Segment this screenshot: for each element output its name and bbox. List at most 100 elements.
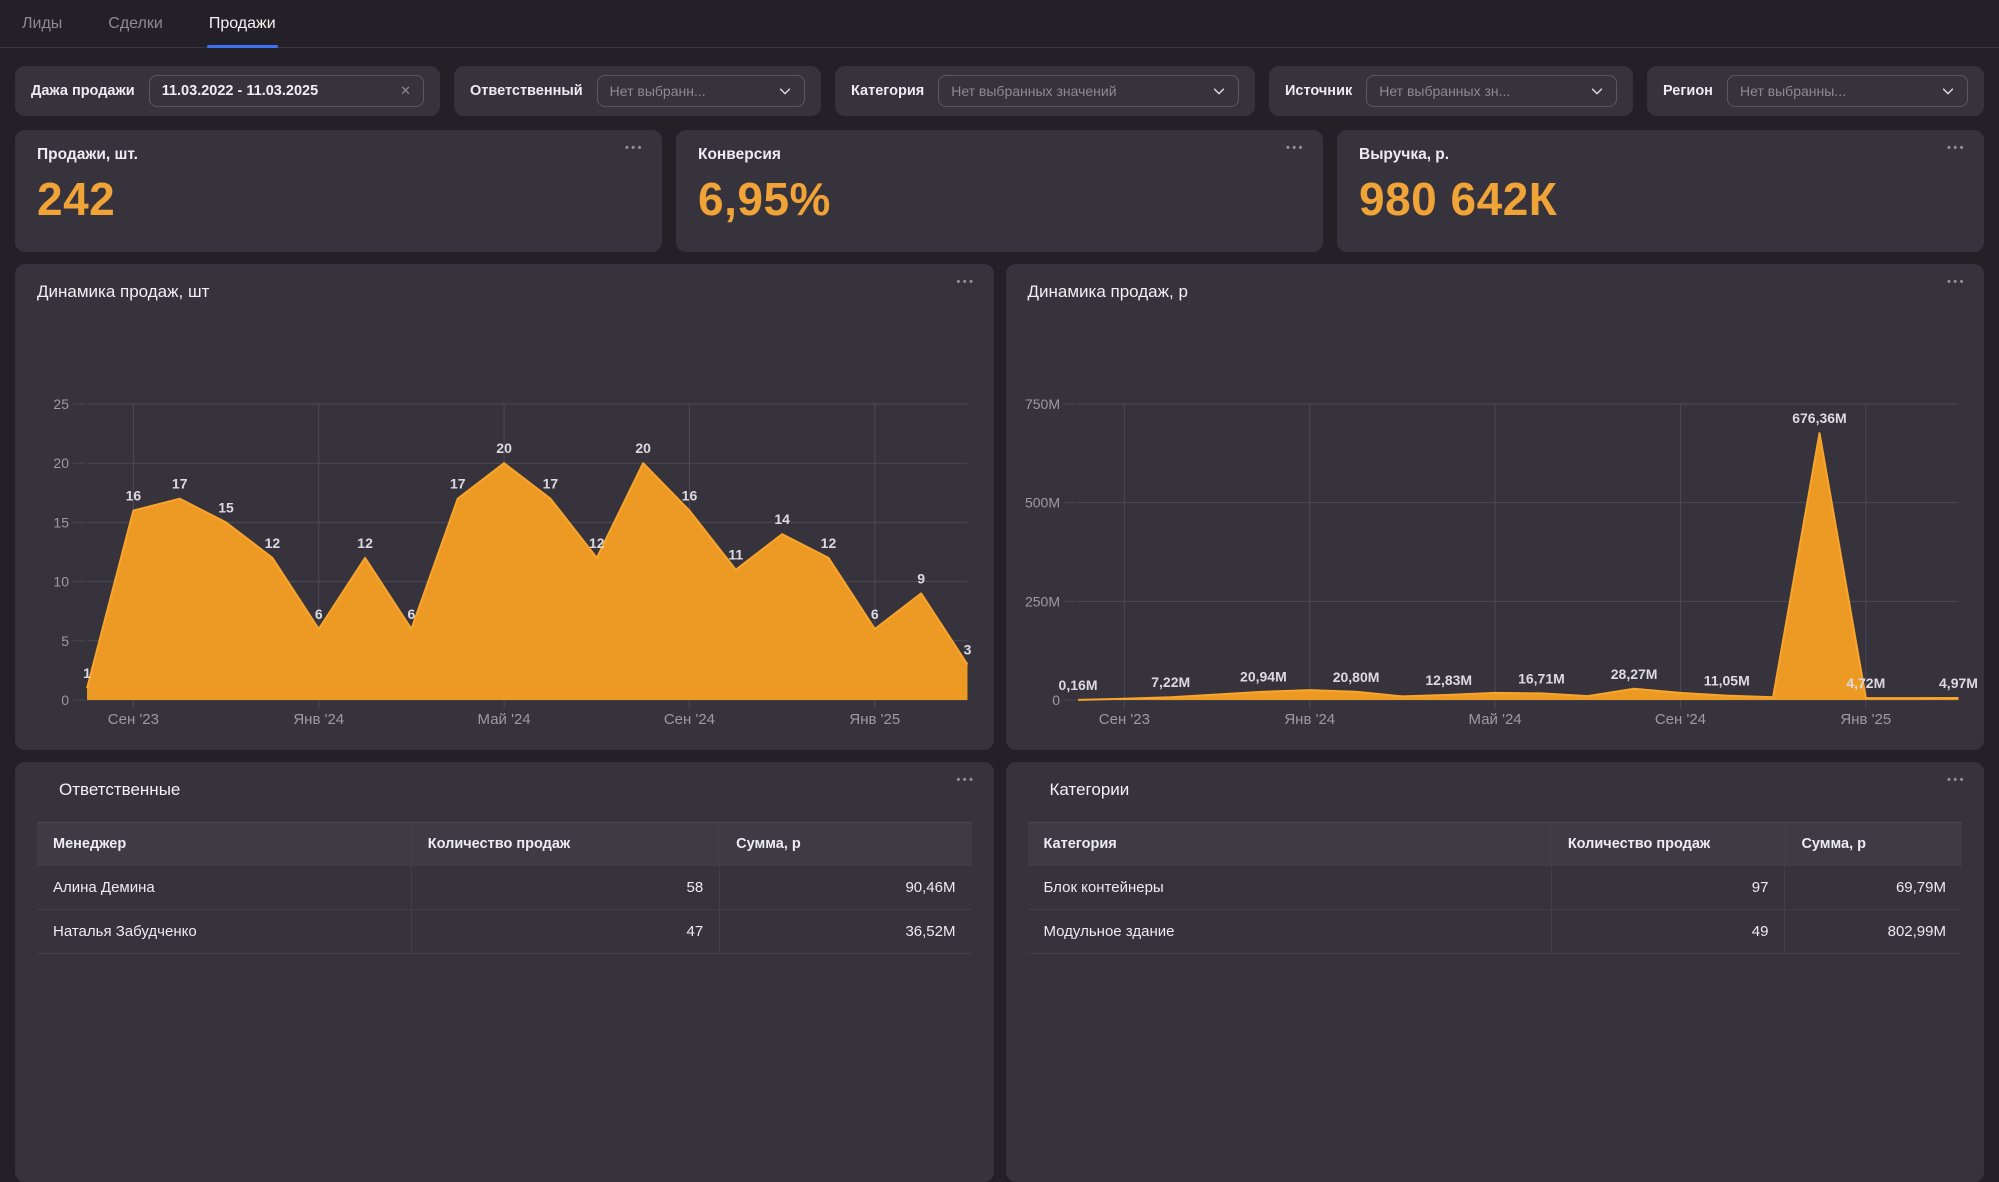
area-chart-sales-rub: 750М500М250М0Сен '23Янв '24Май '24Сен '2…: [1006, 308, 1985, 736]
point-label: 20,94М: [1240, 669, 1287, 685]
source-select[interactable]: Нет выбранных зн...: [1366, 75, 1617, 107]
table-cell: Блок контейнеры: [1028, 866, 1551, 909]
point-label: 16: [126, 488, 142, 504]
chevron-down-icon: [1590, 84, 1604, 98]
table-cell: 97: [1551, 866, 1785, 909]
filter-category: Категория Нет выбранных значений: [835, 66, 1255, 116]
area-chart-sales-qty: 2520151050Сен '23Янв '24Май '24Сен '24Ян…: [15, 308, 994, 736]
table-header-row: Категория Количество продаж Сумма, р: [1028, 822, 1963, 866]
point-label: 6: [871, 606, 879, 622]
kpi-label: Конверсия: [698, 146, 1301, 164]
table-cell: 802,99М: [1784, 910, 1962, 953]
y-tick-label: 10: [53, 574, 69, 590]
column-header: Количество продаж: [411, 823, 719, 865]
kpi-label: Выручка, р.: [1359, 146, 1962, 164]
x-tick-label: Янв '24: [293, 711, 344, 728]
y-tick-label: 750М: [1024, 396, 1059, 412]
more-menu-icon[interactable]: •••: [1947, 142, 1966, 154]
filter-region: Регион Нет выбранны...: [1647, 66, 1984, 116]
x-tick-label: Янв '25: [849, 711, 900, 728]
tab-deals[interactable]: Сделки: [108, 0, 163, 47]
point-label: 4,97М: [1939, 675, 1978, 691]
column-header: Сумма, р: [1784, 823, 1962, 865]
point-label: 12: [357, 535, 373, 551]
point-label: 16,71М: [1518, 670, 1565, 686]
clear-date-icon[interactable]: ✕: [400, 83, 411, 99]
column-header: Количество продаж: [1551, 823, 1785, 865]
point-label: 9: [917, 570, 925, 586]
categories-table: Категория Количество продаж Сумма, р Бло…: [1028, 822, 1963, 954]
table-title: Ответственные: [37, 762, 972, 806]
point-label: 12: [265, 535, 281, 551]
point-label: 6: [408, 606, 416, 622]
point-label: 14: [774, 511, 790, 527]
kpi-row: Продажи, шт. 242 ••• Конверсия 6,95% •••…: [15, 130, 1984, 252]
x-tick-label: Янв '24: [1284, 711, 1335, 728]
column-header: Менеджер: [37, 823, 411, 865]
y-tick-label: 0: [61, 692, 69, 708]
more-menu-icon[interactable]: •••: [1286, 142, 1305, 154]
filter-label: Категория: [851, 83, 924, 99]
y-tick-label: 5: [61, 633, 69, 649]
tab-sales[interactable]: Продажи: [209, 0, 276, 47]
kpi-card-revenue: Выручка, р. 980 642К •••: [1337, 130, 1984, 252]
x-tick-label: Сен '24: [664, 711, 715, 728]
point-label: 11: [728, 547, 743, 563]
responsible-select[interactable]: Нет выбранн...: [597, 75, 805, 107]
kpi-card-sales-count: Продажи, шт. 242 •••: [15, 130, 662, 252]
point-label: 20: [635, 440, 651, 456]
point-label: 3: [964, 641, 972, 657]
y-tick-label: 0: [1052, 692, 1060, 708]
table-card-managers: Ответственные ••• Менеджер Количество пр…: [15, 762, 994, 1182]
point-label: 4,72М: [1846, 675, 1885, 691]
more-menu-icon[interactable]: •••: [1947, 276, 1966, 288]
select-placeholder: Нет выбранн...: [610, 83, 706, 99]
x-tick-label: Май '24: [1468, 711, 1521, 728]
kpi-card-conversion: Конверсия 6,95% •••: [676, 130, 1323, 252]
region-select[interactable]: Нет выбранны...: [1727, 75, 1968, 107]
more-menu-icon[interactable]: •••: [1947, 774, 1966, 786]
point-label: 11,05М: [1703, 673, 1749, 689]
point-label: 0,16М: [1058, 677, 1097, 693]
point-label: 20: [496, 440, 512, 456]
date-range-input[interactable]: 11.03.2022 - 11.03.2025 ✕: [149, 75, 424, 107]
tab-bar: Лиды Сделки Продажи: [0, 0, 1999, 48]
table-title: Категории: [1028, 762, 1963, 806]
table-row: Модульное здание49802,99М: [1028, 910, 1963, 954]
filter-label: Дажа продажи: [31, 83, 135, 99]
point-label: 15: [218, 499, 234, 515]
kpi-value: 6,95%: [698, 172, 1301, 226]
y-tick-label: 15: [53, 514, 69, 530]
tab-leads[interactable]: Лиды: [22, 0, 62, 47]
table-cell: Алина Демина: [37, 866, 411, 909]
more-menu-icon[interactable]: •••: [956, 276, 975, 288]
table-row: Алина Демина5890,46М: [37, 866, 972, 910]
point-label: 676,36М: [1792, 410, 1846, 426]
filter-responsible: Ответственный Нет выбранн...: [454, 66, 821, 116]
table-row: Наталья Забудченко4736,52М: [37, 910, 972, 954]
more-menu-icon[interactable]: •••: [625, 142, 644, 154]
chart-title: Динамика продаж, шт: [15, 264, 994, 308]
y-tick-label: 250М: [1024, 593, 1059, 609]
kpi-value: 242: [37, 172, 640, 226]
chart-card-sales-rub: Динамика продаж, р ••• 750М500М250М0Сен …: [1006, 264, 1985, 750]
more-menu-icon[interactable]: •••: [956, 774, 975, 786]
point-label: 20,80М: [1332, 669, 1379, 685]
select-placeholder: Нет выбранных значений: [951, 83, 1116, 99]
tables-row: Ответственные ••• Менеджер Количество пр…: [15, 762, 1984, 1182]
date-range-value: 11.03.2022 - 11.03.2025: [162, 83, 318, 99]
table-cell: 69,79М: [1784, 866, 1962, 909]
x-tick-label: Янв '25: [1840, 711, 1891, 728]
charts-row: Динамика продаж, шт ••• 2520151050Сен '2…: [15, 264, 1984, 750]
point-label: 1: [83, 665, 91, 681]
filter-sale-date: Дажа продажи 11.03.2022 - 11.03.2025 ✕: [15, 66, 440, 116]
category-select[interactable]: Нет выбранных значений: [938, 75, 1239, 107]
column-header: Категория: [1028, 823, 1551, 865]
table-card-categories: Категории ••• Категория Количество прода…: [1006, 762, 1985, 1182]
x-tick-label: Сен '23: [108, 711, 159, 728]
table-cell: Модульное здание: [1028, 910, 1551, 953]
x-tick-label: Сен '23: [1098, 711, 1149, 728]
point-label: 17: [543, 476, 559, 492]
y-tick-label: 25: [53, 396, 69, 412]
select-placeholder: Нет выбранны...: [1740, 83, 1846, 99]
